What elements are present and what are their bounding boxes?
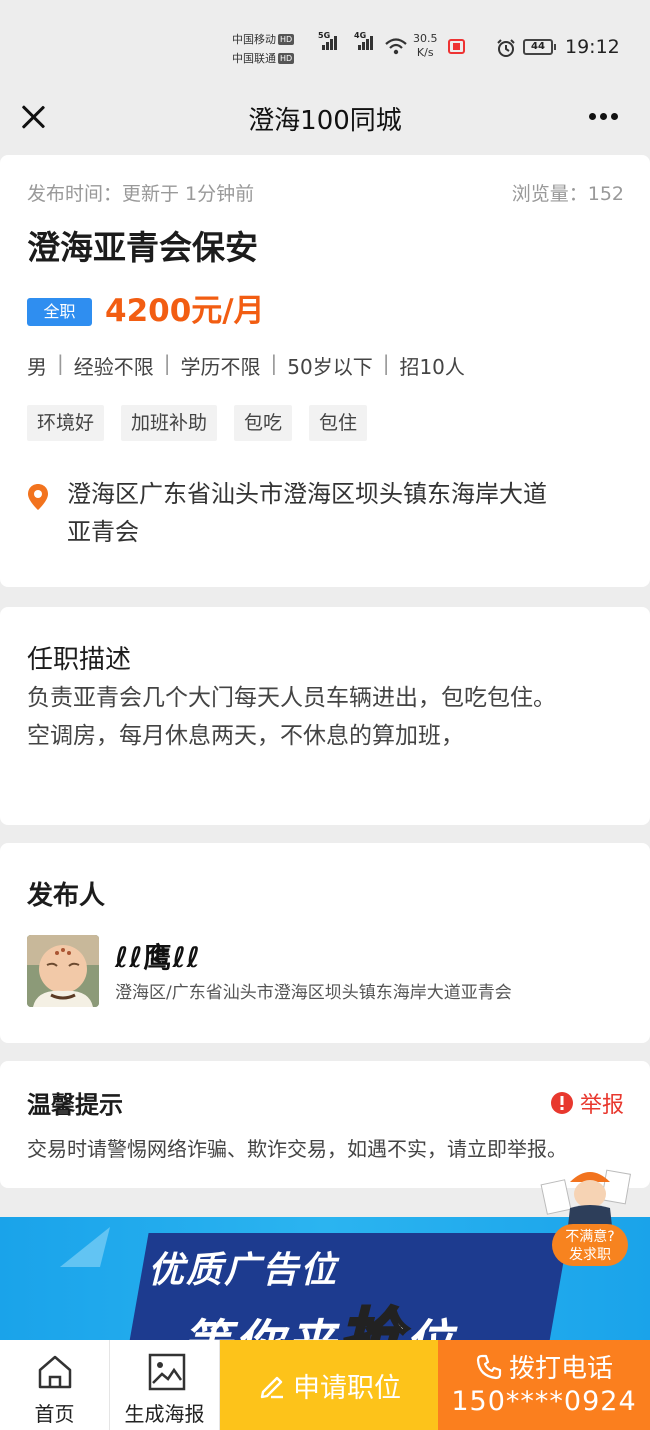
seek-job-float-button[interactable]: 不满意? 发求职 <box>540 1160 635 1270</box>
net-label: 4G <box>354 31 367 40</box>
carrier-2: 中国联通 <box>232 52 276 65</box>
job-info-card: 发布时间：更新于 1分钟前 浏览量：152 澄海亚青会保安 全职 4200元/月… <box>0 155 650 587</box>
notice-text: 交易时请警惕网络诈骗、欺诈交易，如遇不实，请立即举报。 <box>27 1137 567 1161</box>
hd-badge: HD <box>278 34 295 45</box>
report-button[interactable]: 举报 <box>548 1087 624 1119</box>
home-icon <box>38 1355 72 1389</box>
carrier-info: 中国移动 HD 中国联通 HD <box>232 30 295 68</box>
publisher-address: 澄海区/广东省汕头市澄海区坝头镇东海岸大道亚青会 <box>115 983 512 1003</box>
address-line-1: 澄海区广东省汕头市澄海区坝头镇东海岸大道 <box>67 480 547 508</box>
alarm-icon <box>497 39 515 57</box>
home-button[interactable]: 首页 <box>0 1340 110 1430</box>
name-ornament: ℓℓ <box>172 941 201 974</box>
edit-icon <box>260 1376 283 1399</box>
req-gender: 男 <box>27 355 47 379</box>
publisher-name: ℓℓ鹰ℓℓ <box>115 936 201 976</box>
notification-app-icon <box>448 39 465 54</box>
decor-triangle-icon <box>60 1227 110 1267</box>
generate-poster-button[interactable]: 生成海报 <box>110 1340 220 1430</box>
carrier-1: 中国移动 <box>232 33 276 46</box>
address-line-2: 亚青会 <box>67 518 139 546</box>
description-line: 空调房，每月休息两天，不休息的算加班， <box>27 723 464 749</box>
separator: | <box>270 351 278 375</box>
benefit-tag: 包吃 <box>234 405 293 441</box>
separator: | <box>57 351 64 375</box>
phone-number: 150****0924 <box>451 1386 637 1417</box>
speed-value: 30.5 <box>413 32 438 45</box>
call-label-row: 拨打电话 <box>438 1348 650 1385</box>
status-time: 19:12 <box>565 36 620 58</box>
avatar[interactable] <box>27 935 99 1007</box>
req-headcount: 招10人 <box>399 355 465 379</box>
page-title: 澄海100同城 <box>248 106 402 136</box>
home-label: 首页 <box>34 1402 75 1426</box>
publisher-card: 发布人 ℓℓ鹰ℓℓ 澄海区/广东省汕头市澄海区坝头镇东海岸大道亚青会 <box>0 843 650 1043</box>
job-description-card: 任职描述 负责亚青会几个大门每天人员车辆进出，包吃包住。 空调房，每月休息两天，… <box>0 607 650 825</box>
net-label: 5G <box>318 31 331 40</box>
apply-job-button[interactable]: 申请职位 <box>220 1340 438 1430</box>
job-address[interactable]: 澄海区广东省汕头市澄海区坝头镇东海岸大道 亚青会 <box>67 475 627 551</box>
req-age: 50岁以下 <box>287 355 373 379</box>
description-line: 负责亚青会几个大门每天人员车辆进出，包吃包住。 <box>27 685 556 711</box>
poster-label: 生成海报 <box>124 1402 205 1426</box>
location-pin-icon <box>28 484 48 510</box>
name-ornament: ℓℓ <box>115 941 144 974</box>
report-label: 举报 <box>579 1093 624 1118</box>
poster-icon <box>148 1353 186 1391</box>
req-experience: 经验不限 <box>73 355 154 379</box>
benefit-tags: 环境好 加班补助 包吃 包住 <box>27 405 384 441</box>
nav-bar: 澄海100同城 <box>0 88 650 150</box>
banner-line-2: 等你来抢位 <box>183 1287 457 1348</box>
job-type-badge: 全职 <box>27 298 92 326</box>
apply-label: 申请职位 <box>293 1372 401 1404</box>
phone-icon <box>476 1354 502 1380</box>
benefit-tag: 加班补助 <box>121 405 218 441</box>
call-phone-button[interactable]: 拨打电话 150****0924 <box>438 1340 650 1430</box>
description-text: 负责亚青会几个大门每天人员车辆进出，包吃包住。 空调房，每月休息两天，不休息的算… <box>27 679 627 755</box>
warning-icon <box>550 1092 573 1114</box>
notice-heading: 温馨提示 <box>27 1091 123 1119</box>
description-heading: 任职描述 <box>27 645 132 675</box>
status-bar: 中国移动 HD 中国联通 HD 5G 4G 30.5 K/s 44 19:12 <box>0 0 650 88</box>
more-icon[interactable] <box>585 113 621 123</box>
benefit-tag: 环境好 <box>27 405 105 441</box>
float-line-1: 不满意? <box>565 1229 615 1245</box>
float-line-2: 发求职 <box>569 1247 611 1263</box>
battery-icon: 44 <box>523 39 556 55</box>
publisher-heading: 发布人 <box>27 881 106 911</box>
req-education: 学历不限 <box>180 355 261 379</box>
separator: | <box>163 351 171 375</box>
benefit-tag: 包住 <box>309 405 368 441</box>
bottom-action-bar: 首页 生成海报 申请职位 拨打电话 150****0924 <box>0 1340 650 1430</box>
call-label: 拨打电话 <box>508 1354 613 1384</box>
publish-time: 发布时间：更新于 1分钟前 <box>27 183 255 205</box>
job-requirements: 男 | 经验不限 | 学历不限 | 50岁以下 | 招10人 <box>27 351 465 380</box>
salary: 4200元/月 <box>105 293 265 329</box>
speed-unit: K/s <box>416 46 434 59</box>
banner-line-1: 优质广告位 <box>148 1250 339 1291</box>
name-char: 鹰 <box>143 941 173 974</box>
job-title: 澄海亚青会保安 <box>27 228 258 267</box>
network-speed: 30.5 K/s <box>413 32 438 60</box>
hd-badge: HD <box>278 53 295 64</box>
separator: | <box>382 351 390 375</box>
wifi-icon <box>385 38 407 55</box>
view-count: 浏览量：152 <box>511 183 624 205</box>
